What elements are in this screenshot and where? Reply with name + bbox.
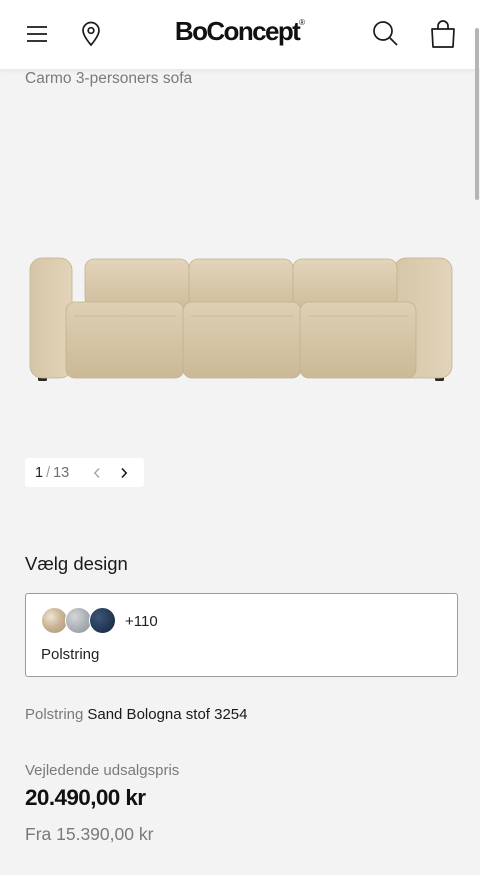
choose-design-heading: Vælg design: [25, 553, 128, 574]
upholstery-option-label: Polstring: [41, 646, 100, 663]
top-navigation-bar: BoConcept®: [0, 0, 480, 69]
image-gallery-pager: 1/13: [25, 458, 144, 487]
fabric-swatch-navy: [89, 607, 116, 634]
page-scrollbar[interactable]: [475, 28, 479, 200]
gallery-separator: /: [46, 464, 51, 481]
brand-logo[interactable]: BoConcept®: [0, 16, 480, 47]
fabric-swatch-sand: [41, 607, 68, 634]
upholstery-selector[interactable]: +110 Polstring: [25, 593, 458, 677]
gallery-previous-button[interactable]: [88, 464, 106, 482]
sofa-product-image[interactable]: [26, 250, 456, 385]
product-price: 20.490,00 kr: [25, 785, 146, 810]
product-title: Carmo 3-personers sofa: [25, 70, 193, 87]
gallery-current-index: 1: [35, 464, 44, 481]
shopping-bag-button[interactable]: [427, 17, 459, 51]
registered-mark: ®: [299, 18, 306, 27]
price-from: Fra 15.390,00 kr: [25, 824, 154, 844]
chevron-left-icon: [93, 468, 100, 478]
recommended-price-label: Vejledende udsalgspris: [25, 762, 180, 779]
gallery-next-button[interactable]: [115, 464, 133, 482]
search-button[interactable]: [370, 17, 402, 51]
more-swatches-count: +110: [125, 613, 158, 630]
shopping-bag-icon: [431, 20, 455, 48]
upholstery-value: Sand Bologna stof 3254: [87, 706, 248, 723]
search-icon: [373, 21, 398, 46]
fabric-swatch-group: [41, 607, 121, 635]
gallery-total: 13: [53, 464, 70, 481]
chevron-right-icon: [121, 467, 128, 479]
brand-wordmark: BoConcept: [174, 16, 301, 46]
upholstery-key: Polstring: [25, 706, 84, 723]
gallery-counter: 1/13: [35, 465, 69, 481]
fabric-swatch-grey: [65, 607, 92, 634]
selected-upholstery: Polstring Sand Bologna stof 3254: [25, 706, 248, 723]
